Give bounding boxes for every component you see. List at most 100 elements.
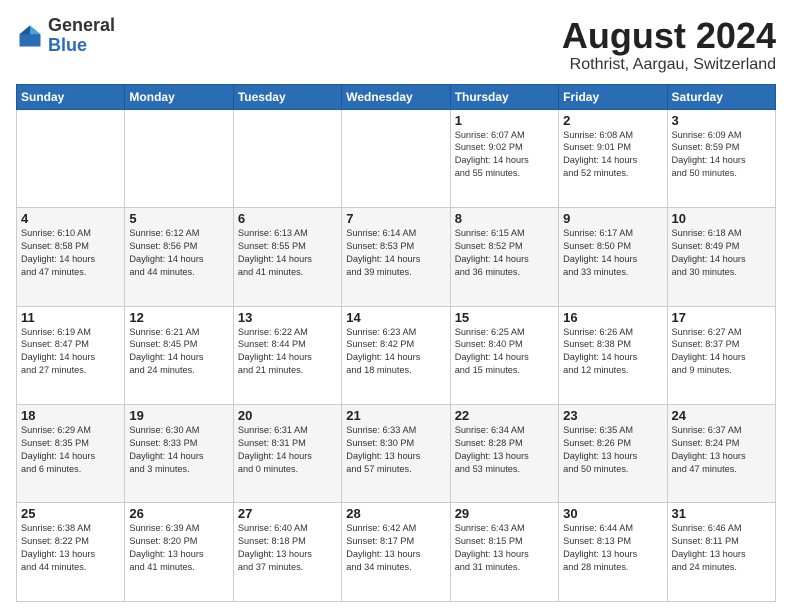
day-info: Sunrise: 6:37 AM Sunset: 8:24 PM Dayligh… bbox=[672, 424, 771, 476]
day-info: Sunrise: 6:42 AM Sunset: 8:17 PM Dayligh… bbox=[346, 522, 445, 574]
day-info: Sunrise: 6:35 AM Sunset: 8:26 PM Dayligh… bbox=[563, 424, 662, 476]
day-number: 21 bbox=[346, 408, 445, 423]
month-title: August 2024 bbox=[562, 16, 776, 56]
day-number: 1 bbox=[455, 113, 554, 128]
calendar-week-1: 4Sunrise: 6:10 AM Sunset: 8:58 PM Daylig… bbox=[17, 208, 776, 306]
day-info: Sunrise: 6:19 AM Sunset: 8:47 PM Dayligh… bbox=[21, 326, 120, 378]
location-title: Rothrist, Aargau, Switzerland bbox=[562, 56, 776, 74]
day-number: 29 bbox=[455, 506, 554, 521]
calendar-cell: 10Sunrise: 6:18 AM Sunset: 8:49 PM Dayli… bbox=[667, 208, 775, 306]
calendar-cell: 13Sunrise: 6:22 AM Sunset: 8:44 PM Dayli… bbox=[233, 306, 341, 404]
day-number: 8 bbox=[455, 211, 554, 226]
day-number: 3 bbox=[672, 113, 771, 128]
day-number: 7 bbox=[346, 211, 445, 226]
logo-general: General bbox=[48, 15, 115, 35]
logo-text: General Blue bbox=[48, 16, 115, 56]
calendar-cell: 21Sunrise: 6:33 AM Sunset: 8:30 PM Dayli… bbox=[342, 405, 450, 503]
col-wednesday: Wednesday bbox=[342, 84, 450, 109]
day-info: Sunrise: 6:39 AM Sunset: 8:20 PM Dayligh… bbox=[129, 522, 228, 574]
calendar-cell: 19Sunrise: 6:30 AM Sunset: 8:33 PM Dayli… bbox=[125, 405, 233, 503]
calendar-cell: 1Sunrise: 6:07 AM Sunset: 9:02 PM Daylig… bbox=[450, 109, 558, 207]
calendar-cell: 25Sunrise: 6:38 AM Sunset: 8:22 PM Dayli… bbox=[17, 503, 125, 602]
day-number: 5 bbox=[129, 211, 228, 226]
calendar-cell: 24Sunrise: 6:37 AM Sunset: 8:24 PM Dayli… bbox=[667, 405, 775, 503]
calendar-cell: 17Sunrise: 6:27 AM Sunset: 8:37 PM Dayli… bbox=[667, 306, 775, 404]
day-number: 30 bbox=[563, 506, 662, 521]
page: General Blue August 2024 Rothrist, Aarga… bbox=[0, 0, 792, 612]
day-number: 18 bbox=[21, 408, 120, 423]
calendar-cell: 22Sunrise: 6:34 AM Sunset: 8:28 PM Dayli… bbox=[450, 405, 558, 503]
calendar-cell: 20Sunrise: 6:31 AM Sunset: 8:31 PM Dayli… bbox=[233, 405, 341, 503]
col-sunday: Sunday bbox=[17, 84, 125, 109]
calendar-cell bbox=[342, 109, 450, 207]
day-info: Sunrise: 6:22 AM Sunset: 8:44 PM Dayligh… bbox=[238, 326, 337, 378]
calendar-cell: 11Sunrise: 6:19 AM Sunset: 8:47 PM Dayli… bbox=[17, 306, 125, 404]
calendar-cell: 3Sunrise: 6:09 AM Sunset: 8:59 PM Daylig… bbox=[667, 109, 775, 207]
calendar-table: Sunday Monday Tuesday Wednesday Thursday… bbox=[16, 84, 776, 602]
day-number: 28 bbox=[346, 506, 445, 521]
day-number: 20 bbox=[238, 408, 337, 423]
calendar-cell: 23Sunrise: 6:35 AM Sunset: 8:26 PM Dayli… bbox=[559, 405, 667, 503]
day-info: Sunrise: 6:25 AM Sunset: 8:40 PM Dayligh… bbox=[455, 326, 554, 378]
logo-icon bbox=[16, 22, 44, 50]
calendar-cell: 4Sunrise: 6:10 AM Sunset: 8:58 PM Daylig… bbox=[17, 208, 125, 306]
day-number: 2 bbox=[563, 113, 662, 128]
logo: General Blue bbox=[16, 16, 115, 56]
day-number: 19 bbox=[129, 408, 228, 423]
calendar-cell: 12Sunrise: 6:21 AM Sunset: 8:45 PM Dayli… bbox=[125, 306, 233, 404]
day-number: 31 bbox=[672, 506, 771, 521]
col-thursday: Thursday bbox=[450, 84, 558, 109]
day-number: 25 bbox=[21, 506, 120, 521]
day-number: 6 bbox=[238, 211, 337, 226]
day-number: 14 bbox=[346, 310, 445, 325]
calendar-cell: 2Sunrise: 6:08 AM Sunset: 9:01 PM Daylig… bbox=[559, 109, 667, 207]
day-number: 16 bbox=[563, 310, 662, 325]
day-number: 9 bbox=[563, 211, 662, 226]
calendar-cell: 14Sunrise: 6:23 AM Sunset: 8:42 PM Dayli… bbox=[342, 306, 450, 404]
calendar-cell bbox=[125, 109, 233, 207]
calendar-cell: 30Sunrise: 6:44 AM Sunset: 8:13 PM Dayli… bbox=[559, 503, 667, 602]
day-info: Sunrise: 6:30 AM Sunset: 8:33 PM Dayligh… bbox=[129, 424, 228, 476]
calendar-cell: 31Sunrise: 6:46 AM Sunset: 8:11 PM Dayli… bbox=[667, 503, 775, 602]
day-number: 13 bbox=[238, 310, 337, 325]
calendar-cell: 5Sunrise: 6:12 AM Sunset: 8:56 PM Daylig… bbox=[125, 208, 233, 306]
day-info: Sunrise: 6:31 AM Sunset: 8:31 PM Dayligh… bbox=[238, 424, 337, 476]
day-info: Sunrise: 6:46 AM Sunset: 8:11 PM Dayligh… bbox=[672, 522, 771, 574]
header: General Blue August 2024 Rothrist, Aarga… bbox=[16, 16, 776, 74]
calendar-week-3: 18Sunrise: 6:29 AM Sunset: 8:35 PM Dayli… bbox=[17, 405, 776, 503]
day-number: 15 bbox=[455, 310, 554, 325]
day-info: Sunrise: 6:17 AM Sunset: 8:50 PM Dayligh… bbox=[563, 227, 662, 279]
calendar-week-2: 11Sunrise: 6:19 AM Sunset: 8:47 PM Dayli… bbox=[17, 306, 776, 404]
day-number: 10 bbox=[672, 211, 771, 226]
day-number: 17 bbox=[672, 310, 771, 325]
day-info: Sunrise: 6:34 AM Sunset: 8:28 PM Dayligh… bbox=[455, 424, 554, 476]
day-info: Sunrise: 6:29 AM Sunset: 8:35 PM Dayligh… bbox=[21, 424, 120, 476]
calendar-cell: 16Sunrise: 6:26 AM Sunset: 8:38 PM Dayli… bbox=[559, 306, 667, 404]
col-friday: Friday bbox=[559, 84, 667, 109]
calendar-cell: 9Sunrise: 6:17 AM Sunset: 8:50 PM Daylig… bbox=[559, 208, 667, 306]
day-number: 12 bbox=[129, 310, 228, 325]
day-number: 23 bbox=[563, 408, 662, 423]
calendar-cell: 15Sunrise: 6:25 AM Sunset: 8:40 PM Dayli… bbox=[450, 306, 558, 404]
col-saturday: Saturday bbox=[667, 84, 775, 109]
title-block: August 2024 Rothrist, Aargau, Switzerlan… bbox=[562, 16, 776, 74]
calendar-cell: 18Sunrise: 6:29 AM Sunset: 8:35 PM Dayli… bbox=[17, 405, 125, 503]
calendar-cell: 27Sunrise: 6:40 AM Sunset: 8:18 PM Dayli… bbox=[233, 503, 341, 602]
day-info: Sunrise: 6:23 AM Sunset: 8:42 PM Dayligh… bbox=[346, 326, 445, 378]
calendar-cell: 29Sunrise: 6:43 AM Sunset: 8:15 PM Dayli… bbox=[450, 503, 558, 602]
day-info: Sunrise: 6:18 AM Sunset: 8:49 PM Dayligh… bbox=[672, 227, 771, 279]
day-number: 26 bbox=[129, 506, 228, 521]
calendar-cell: 7Sunrise: 6:14 AM Sunset: 8:53 PM Daylig… bbox=[342, 208, 450, 306]
logo-blue: Blue bbox=[48, 35, 87, 55]
day-number: 4 bbox=[21, 211, 120, 226]
calendar-week-4: 25Sunrise: 6:38 AM Sunset: 8:22 PM Dayli… bbox=[17, 503, 776, 602]
calendar-cell bbox=[233, 109, 341, 207]
day-info: Sunrise: 6:15 AM Sunset: 8:52 PM Dayligh… bbox=[455, 227, 554, 279]
day-info: Sunrise: 6:07 AM Sunset: 9:02 PM Dayligh… bbox=[455, 129, 554, 181]
day-info: Sunrise: 6:09 AM Sunset: 8:59 PM Dayligh… bbox=[672, 129, 771, 181]
calendar-week-0: 1Sunrise: 6:07 AM Sunset: 9:02 PM Daylig… bbox=[17, 109, 776, 207]
day-number: 27 bbox=[238, 506, 337, 521]
day-info: Sunrise: 6:40 AM Sunset: 8:18 PM Dayligh… bbox=[238, 522, 337, 574]
day-info: Sunrise: 6:43 AM Sunset: 8:15 PM Dayligh… bbox=[455, 522, 554, 574]
day-number: 24 bbox=[672, 408, 771, 423]
